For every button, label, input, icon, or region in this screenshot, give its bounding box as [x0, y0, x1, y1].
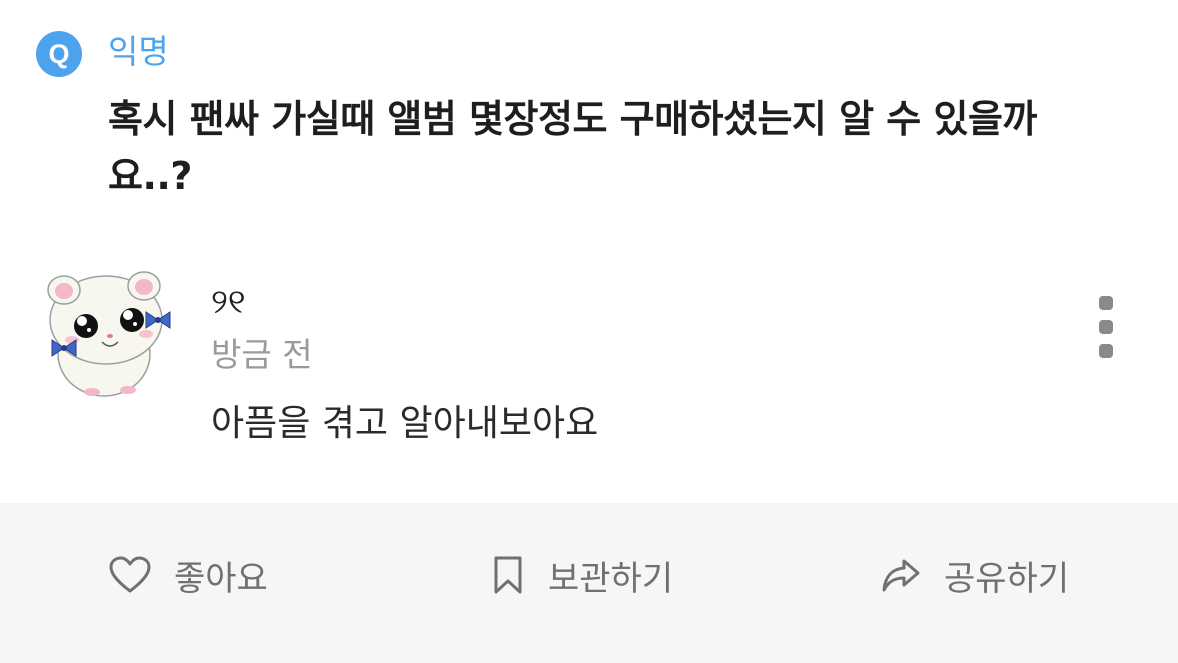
- like-button[interactable]: 좋아요: [108, 545, 268, 605]
- comment-username[interactable]: ୨୧: [211, 280, 246, 324]
- more-options-button[interactable]: [1088, 294, 1124, 360]
- hamster-avatar-image: [47, 271, 171, 397]
- save-button[interactable]: 보관하기: [490, 545, 673, 605]
- share-arrow-icon: [882, 559, 920, 592]
- user-avatar[interactable]: [36, 262, 176, 402]
- comment-timestamp: 방금 전: [211, 335, 313, 374]
- more-dot: [1099, 320, 1113, 334]
- comment-text: 아픔을 겪고 알아내보아요: [211, 403, 599, 444]
- share-button[interactable]: 공유하기: [880, 545, 1069, 605]
- bookmark-icon: [494, 556, 522, 594]
- more-dot: [1099, 344, 1113, 358]
- more-dot: [1099, 296, 1113, 310]
- question-title: 혹시 팬싸 가실때 앨범 몇장정도 구매하셨는지 알 수 있을까요..?: [108, 97, 1037, 198]
- heart-icon: [109, 556, 151, 593]
- question-badge: Q: [36, 31, 82, 77]
- like-label: 좋아요: [174, 558, 268, 599]
- share-label: 공유하기: [944, 558, 1070, 599]
- board-label[interactable]: 익명: [108, 29, 169, 75]
- save-label: 보관하기: [548, 558, 674, 599]
